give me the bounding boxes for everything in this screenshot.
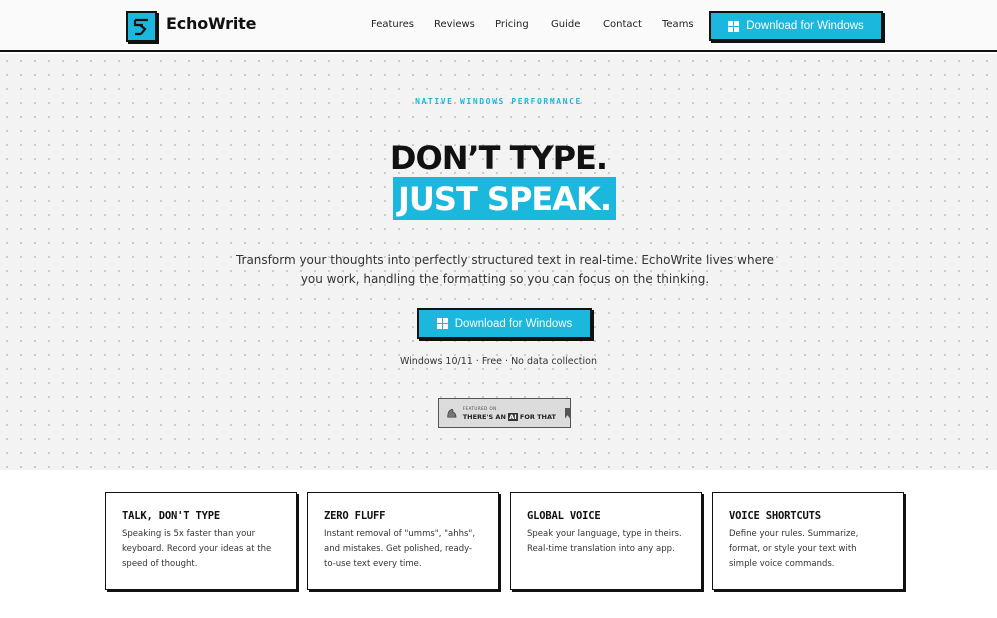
nav-link-teams[interactable]: Teams — [662, 19, 694, 30]
feature-body: Speaking is 5x faster than your keyboard… — [122, 529, 272, 569]
feature-body: Define your rules. Summarize, format, or… — [729, 529, 859, 569]
nav-link-guide[interactable]: Guide — [551, 19, 580, 30]
windows-icon — [728, 20, 740, 32]
hero-headline-line1: DON’T TYPE. — [389, 139, 608, 177]
feature-card-voice-shortcuts: VOICE SHORTCUTS Define your rules. Summa… — [712, 492, 904, 590]
hero-meta-info: Windows 10/11 · Free · No data collectio… — [399, 356, 598, 367]
nav-download-button[interactable]: Download for Windows — [709, 11, 883, 41]
badge-title: THERE'S AN AI FOR THAT — [463, 413, 556, 422]
hero-download-button[interactable]: Download for Windows — [417, 308, 592, 339]
nav-link-reviews[interactable]: Reviews — [434, 19, 475, 30]
badge-text-ai: AI — [508, 413, 518, 421]
feature-card-global-voice: GLOBAL VOICE Speak your language, type i… — [510, 492, 702, 590]
feature-title: GLOBAL VOICE — [527, 510, 601, 522]
feature-body: Instant removal of "umms", "ahhs", and m… — [324, 529, 476, 569]
feature-card-talk: TALK, DON'T TYPE Speaking is 5x faster t… — [105, 492, 297, 590]
brand-name[interactable]: EchoWrite — [166, 14, 256, 33]
nav-download-label: Download for Windows — [746, 20, 864, 32]
flexed-arm-icon — [447, 409, 457, 418]
hero-eyebrow: NATIVE WINDOWS PERFORMANCE — [415, 97, 582, 106]
top-navigation: EchoWrite Features Reviews Pricing Guide… — [0, 0, 997, 52]
nav-link-pricing[interactable]: Pricing — [495, 19, 529, 30]
feature-body: Speak your language, type in theirs. Rea… — [527, 529, 682, 554]
nav-link-features[interactable]: Features — [371, 19, 414, 30]
feature-card-zero-fluff: ZERO FLUFF Instant removal of "umms", "a… — [307, 492, 499, 590]
echowrite-logo-icon[interactable] — [126, 11, 157, 42]
nav-link-contact[interactable]: Contact — [603, 19, 642, 30]
badge-text-post: FOR THAT — [517, 413, 556, 421]
badge-featured-label: FEATURED ON — [462, 406, 497, 411]
bookmark-icon — [564, 407, 570, 419]
hero-headline-line2: JUST SPEAK. — [393, 177, 616, 220]
feature-title: ZERO FLUFF — [324, 510, 386, 522]
hero-download-label: Download for Windows — [454, 317, 573, 330]
feature-title: VOICE SHORTCUTS — [729, 510, 821, 522]
feature-title: TALK, DON'T TYPE — [122, 510, 220, 522]
windows-icon — [436, 318, 448, 329]
hero-subheadline: Transform your thoughts into perfectly s… — [235, 253, 775, 286]
badge-text-pre: THERE'S AN — [462, 413, 509, 421]
featured-badge[interactable]: FEATURED ON THERE'S AN AI FOR THAT — [438, 398, 571, 428]
